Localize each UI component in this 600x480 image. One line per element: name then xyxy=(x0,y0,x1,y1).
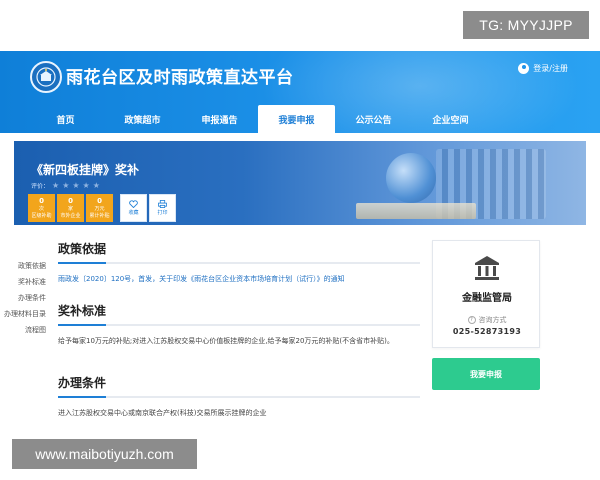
section-divider xyxy=(58,396,420,398)
nav-item-home[interactable]: 首页 xyxy=(27,105,104,133)
nav-item-announcements[interactable]: 申报通告 xyxy=(181,105,258,133)
side-nav-item-conditions[interactable]: 办理条件 xyxy=(0,290,50,306)
star-icon[interactable]: ★ xyxy=(72,181,79,190)
watermark-top: TG: MYYJJPP xyxy=(463,11,589,39)
nav-item-enterprise-space[interactable]: 企业空间 xyxy=(412,105,489,133)
stat-badge-total-subsidy: 0 万元 累计补贴 xyxy=(86,194,113,222)
nav-item-public-notices[interactable]: 公示公告 xyxy=(335,105,412,133)
section-title: 政策依据 xyxy=(58,242,107,256)
rating: 评价： ★ ★ ★ ★ ★ xyxy=(31,181,100,190)
side-nav-item-basis[interactable]: 政策依据 xyxy=(0,258,50,274)
standard-text: 给予每家10万元的补贴;对进入江苏股权交易中心价值板挂牌的企业,给予每家20万元… xyxy=(58,337,394,345)
main-nav: 首页 政策超市 申报通告 我要申报 公示公告 企业空间 xyxy=(27,105,489,133)
rating-label: 评价： xyxy=(31,183,50,190)
stat-value: 0 xyxy=(68,196,73,205)
department-name: 金融监管局 xyxy=(462,293,512,304)
section-basis: 政策依据 雨政发〔2020〕120号，首发，关于印发《雨花台区企业资本市场培育计… xyxy=(58,240,420,285)
star-icon[interactable]: ★ xyxy=(52,181,59,190)
login-label: 登录/注册 xyxy=(533,64,568,73)
favorite-label: 收藏 xyxy=(128,209,139,216)
print-button[interactable]: 打印 xyxy=(149,194,176,222)
side-nav-item-standard[interactable]: 奖补标准 xyxy=(0,274,50,290)
conditions-text: 进入江苏股权交易中心或南京联合产权(科技)交易所展示挂牌的企业 xyxy=(58,409,267,417)
stat-label: 市外企业 xyxy=(60,212,81,219)
stat-label: 区级补助 xyxy=(31,212,52,219)
stat-label: 累计补贴 xyxy=(89,212,110,219)
heart-icon xyxy=(129,200,138,208)
section-divider xyxy=(58,324,420,326)
department-phone: 025-52873193 xyxy=(452,327,522,336)
stat-badge-enterprises: 0 家 市外企业 xyxy=(57,194,84,222)
side-nav-item-flowchart[interactable]: 流程图 xyxy=(0,322,50,338)
watermark-bottom: www.maibotiyuzh.com xyxy=(12,439,197,469)
contact-label: 咨询方式 xyxy=(478,316,507,324)
stat-badges: 0 次 区级补助 0 家 市外企业 0 万元 累计补贴 收藏 打印 xyxy=(28,194,176,222)
stat-value: 0 xyxy=(97,196,102,205)
section-title: 办理条件 xyxy=(58,376,107,390)
login-register-link[interactable]: 登录/注册 xyxy=(518,63,568,74)
favorite-button[interactable]: 收藏 xyxy=(120,194,147,222)
policy-document-link[interactable]: 雨政发〔2020〕120号，首发，关于印发《雨花台区企业资本市场培育计划（试行）… xyxy=(58,273,420,285)
site-title[interactable]: 雨花台区及时雨政策直达平台 xyxy=(66,63,294,88)
section-title: 奖补标准 xyxy=(58,304,107,318)
section-standard: 奖补标准 给予每家10万元的补贴;对进入江苏股权交易中心价值板挂牌的企业,给予每… xyxy=(58,302,420,348)
side-nav: 政策依据 奖补标准 办理条件 办理材料目录 流程图 xyxy=(0,258,50,338)
star-icon[interactable]: ★ xyxy=(83,181,90,190)
books-decoration xyxy=(356,203,476,219)
question-icon: ? xyxy=(467,316,476,324)
section-conditions: 办理条件 进入江苏股权交易中心或南京联合产权(科技)交易所展示挂牌的企业 xyxy=(58,374,420,420)
star-icon[interactable]: ★ xyxy=(93,181,100,190)
department-card: 金融监管局 ? 咨询方式 025-52873193 xyxy=(432,240,540,348)
policy-banner: 《新四板挂牌》奖补 评价： ★ ★ ★ ★ ★ 0 次 区级补助 0 家 市外企… xyxy=(14,141,586,225)
nav-item-apply[interactable]: 我要申报 xyxy=(258,105,335,133)
government-emblem-logo[interactable] xyxy=(30,61,62,93)
globe-decoration xyxy=(386,153,436,203)
side-nav-item-materials[interactable]: 办理材料目录 xyxy=(0,306,50,322)
star-icon[interactable]: ★ xyxy=(62,181,69,190)
policy-title: 《新四板挂牌》奖补 xyxy=(31,163,140,177)
stat-badge-subsidy-count: 0 次 区级补助 xyxy=(28,194,55,222)
nav-item-policy-market[interactable]: 政策超市 xyxy=(104,105,181,133)
apply-button[interactable]: 我要申报 xyxy=(432,358,540,390)
bank-icon xyxy=(475,256,499,280)
contact-method: ? 咨询方式 xyxy=(433,315,541,325)
user-icon xyxy=(518,63,530,74)
print-icon xyxy=(158,199,167,208)
stat-value: 0 xyxy=(39,196,44,205)
emblem-icon xyxy=(36,67,56,87)
print-label: 打印 xyxy=(157,209,168,216)
section-divider xyxy=(58,262,420,264)
